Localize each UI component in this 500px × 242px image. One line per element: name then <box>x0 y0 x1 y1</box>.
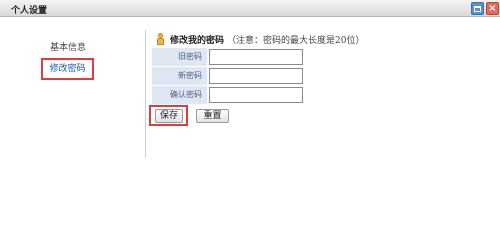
new-password-input[interactable] <box>209 68 303 84</box>
form-row-confirm-password: 确认密码 <box>152 86 307 104</box>
section-header: 修改我的密码 （注意：密码的最大长度是20位） <box>156 32 364 46</box>
old-password-label: 旧密码 <box>152 48 207 66</box>
new-password-label: 新密码 <box>152 67 207 85</box>
old-password-input[interactable] <box>209 49 303 65</box>
vertical-divider <box>145 30 146 158</box>
user-icon <box>156 33 165 45</box>
confirm-password-input[interactable] <box>209 87 303 103</box>
form-row-old-password: 旧密码 <box>152 48 307 66</box>
maximize-icon[interactable] <box>471 2 484 15</box>
save-button[interactable]: 保存 <box>155 109 183 123</box>
window-title: 个人设置 <box>11 6 48 16</box>
confirm-password-label: 确认密码 <box>152 86 207 104</box>
form-row-new-password: 新密码 <box>152 67 307 85</box>
section-title: 修改我的密码 <box>170 35 225 46</box>
close-icon[interactable]: × <box>486 2 499 15</box>
nav-item-basic-info[interactable]: 基本信息 <box>40 40 96 56</box>
window-titlebar: 个人设置 × <box>0 0 500 17</box>
nav-item-change-password[interactable]: 修改密码 <box>41 58 94 80</box>
reset-button[interactable]: 重置 <box>196 109 229 123</box>
section-note: （注意：密码的最大长度是20位） <box>227 35 365 46</box>
